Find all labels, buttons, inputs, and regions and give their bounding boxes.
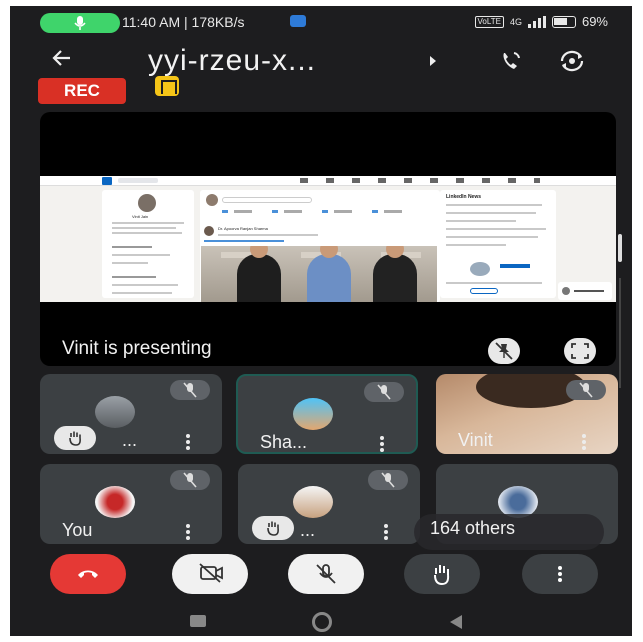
- participant-avatar: [293, 398, 333, 430]
- others-count[interactable]: 164 others: [430, 518, 515, 539]
- network-label: 4G: [509, 16, 522, 27]
- signal-icon: [527, 15, 546, 28]
- participant-avatar: [293, 486, 333, 518]
- hand-raised-badge: [252, 516, 294, 540]
- recording-badge: REC: [38, 78, 126, 104]
- mic-icon: [74, 16, 86, 30]
- phone-screen: 11:40 AM | 178KB/s VoLTE 4G 69% yyi-rzeu…: [10, 6, 632, 636]
- call-controls: [10, 554, 632, 604]
- participant-name: You: [62, 520, 93, 540]
- recent-apps-button[interactable]: [190, 615, 206, 627]
- muted-indicator: [364, 382, 404, 402]
- camera-toggle-button[interactable]: [172, 554, 248, 594]
- battery-level: 69%: [581, 14, 608, 29]
- mic-off-icon: [183, 472, 197, 488]
- switch-camera-button[interactable]: [558, 48, 586, 76]
- muted-indicator: [170, 470, 210, 490]
- volte-badge: VoLTE: [474, 15, 504, 28]
- more-vert-icon: [558, 566, 562, 582]
- switch-camera-icon: [560, 50, 584, 72]
- scroll-track: [619, 278, 621, 388]
- camera-off-icon: [199, 563, 223, 583]
- participant-tile-self[interactable]: You: [40, 464, 222, 544]
- presenting-label: Vinit is presenting: [62, 338, 212, 359]
- raise-hand-button[interactable]: [404, 554, 480, 594]
- mic-off-icon: [579, 382, 593, 398]
- muted-indicator: [170, 380, 210, 400]
- hand-icon: [267, 521, 279, 536]
- transcript-icon[interactable]: [155, 76, 179, 96]
- end-call-button[interactable]: [50, 554, 126, 594]
- arrow-left-icon: [52, 50, 70, 66]
- post-photo: [201, 246, 437, 302]
- more-vert-icon[interactable]: [186, 434, 190, 450]
- participant-tile-active[interactable]: Sha...: [236, 374, 418, 454]
- participant-avatar: [95, 396, 135, 428]
- participant-name: Sha...: [260, 432, 308, 452]
- news-title: LinkedIn News: [446, 194, 482, 200]
- participant-tile-video[interactable]: Vinit: [436, 374, 618, 454]
- participant-name: ...: [122, 430, 138, 450]
- more-vert-icon[interactable]: [380, 436, 384, 452]
- linkedin-profile-card: Vinit Jain: [102, 190, 194, 298]
- shared-screen: Vinit Jain Dr. Apoorva Ranjan Sharma Lin…: [40, 176, 616, 302]
- home-button[interactable]: [312, 612, 332, 632]
- status-right: VoLTE 4G 69%: [474, 14, 608, 29]
- profile-name: Vinit Jain: [132, 214, 149, 219]
- participant-tile[interactable]: ...: [40, 374, 222, 454]
- mic-off-icon: [316, 564, 336, 584]
- mic-toggle-button[interactable]: [288, 554, 364, 594]
- phone-audio-icon: [503, 52, 520, 69]
- presentation-view[interactable]: Vinit Jain Dr. Apoorva Ranjan Sharma Lin…: [40, 112, 616, 366]
- fullscreen-button[interactable]: [564, 338, 596, 364]
- participant-avatar: [95, 486, 135, 518]
- profile-avatar: [138, 194, 156, 212]
- more-vert-icon[interactable]: [384, 524, 388, 540]
- unpin-button[interactable]: [488, 338, 520, 364]
- linkedin-nav-icons: [300, 178, 540, 183]
- battery-icon: [551, 15, 576, 28]
- more-vert-icon[interactable]: [186, 524, 190, 540]
- linkedin-logo: [102, 177, 112, 185]
- mic-off-icon: [381, 472, 395, 488]
- participant-name: ...: [300, 520, 316, 540]
- muted-indicator: [566, 380, 606, 400]
- linkedin-search-input: [118, 178, 158, 183]
- audio-output-button[interactable]: [498, 48, 526, 76]
- mic-active-indicator[interactable]: [40, 13, 120, 33]
- pin-off-icon: [495, 342, 513, 360]
- more-vert-icon[interactable]: [582, 434, 586, 450]
- back-button[interactable]: [50, 46, 80, 76]
- hand-icon: [69, 431, 81, 446]
- meeting-code[interactable]: yyi-rzeu-x...: [148, 44, 316, 78]
- back-nav-button[interactable]: [450, 615, 462, 629]
- android-nav-bar: [10, 606, 632, 636]
- post-author: Dr. Apoorva Ranjan Sharma: [218, 226, 268, 231]
- mic-off-icon: [183, 382, 197, 398]
- scroll-thumb[interactable]: [618, 234, 622, 262]
- hand-raised-badge: [54, 426, 96, 450]
- linkedin-top-bar: [40, 176, 616, 186]
- end-call-icon: [78, 570, 98, 578]
- fullscreen-icon: [571, 343, 589, 359]
- more-options-button[interactable]: [522, 554, 598, 594]
- mic-off-icon: [377, 384, 391, 400]
- status-time-speed: 11:40 AM | 178KB/s: [122, 14, 245, 30]
- participant-tile[interactable]: ...: [238, 464, 420, 544]
- participant-name: Vinit: [458, 430, 493, 450]
- linkedin-news-card: LinkedIn News: [440, 190, 556, 298]
- chevron-right-icon[interactable]: [430, 56, 436, 66]
- raise-hand-icon: [434, 565, 450, 586]
- status-bar: 11:40 AM | 178KB/s VoLTE 4G 69%: [10, 6, 632, 36]
- chat-notification-icon: [290, 15, 306, 27]
- linkedin-messaging-bar: [558, 282, 612, 300]
- muted-indicator: [368, 470, 408, 490]
